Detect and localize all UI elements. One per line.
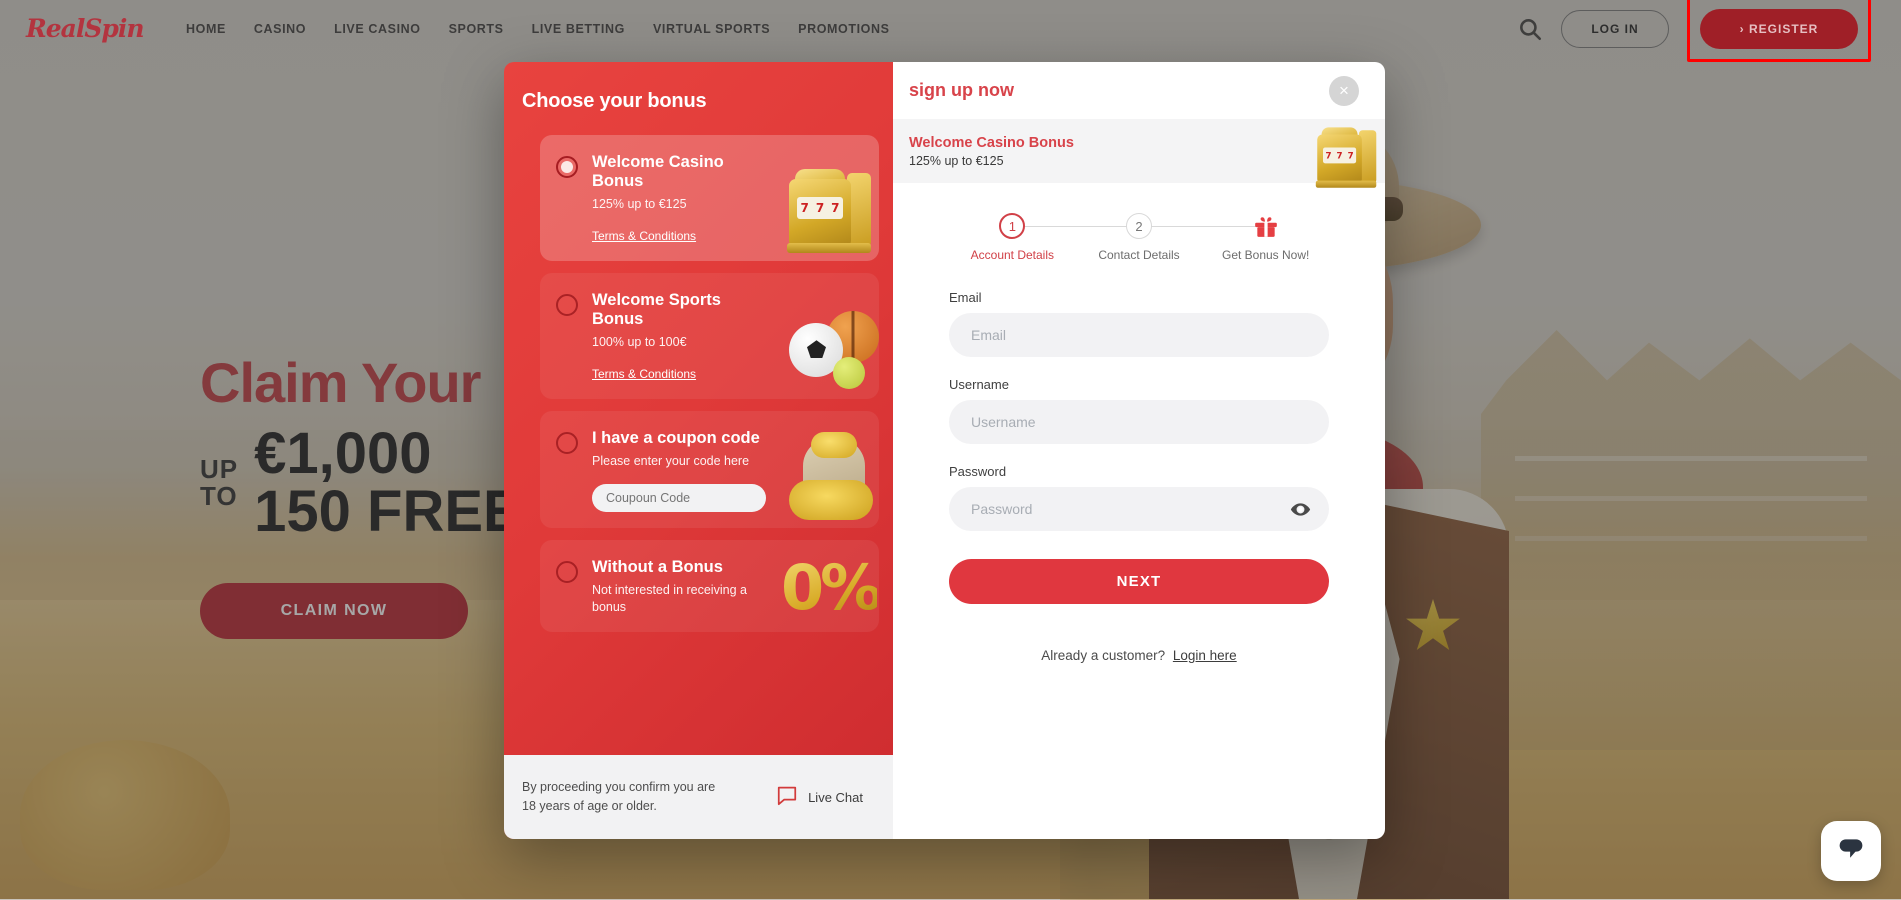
step-label-2: Contact Details xyxy=(1098,248,1179,262)
email-input[interactable] xyxy=(949,313,1329,357)
live-chat-label: Live Chat xyxy=(808,790,863,805)
bonus-option-name: I have a coupon code xyxy=(592,429,772,448)
bonus-option-without-bonus[interactable]: Without a Bonus Not interested in receiv… xyxy=(540,540,879,632)
selected-bonus-summary: Welcome Casino Bonus 125% up to €125 777 xyxy=(893,119,1385,183)
bonus-radio-coupon-code[interactable] xyxy=(556,432,578,454)
step-get-bonus[interactable]: Get Bonus Now! xyxy=(1202,213,1329,262)
account-details-form: Email Username Password NEXT xyxy=(893,262,1385,663)
step-connector-line xyxy=(1139,226,1266,227)
summary-bonus-name: Welcome Casino Bonus xyxy=(909,135,1074,151)
bonus-panel-footer: By proceeding you confirm you are 18 yea… xyxy=(504,755,893,839)
terms-and-conditions-link[interactable]: Terms & Conditions xyxy=(592,229,696,243)
sports-balls-icon xyxy=(785,301,877,393)
nav-item-virtual-sports[interactable]: VIRTUAL SPORTS xyxy=(653,22,770,36)
step-label-1: Account Details xyxy=(971,248,1054,262)
age-confirmation-note: By proceeding you confirm you are 18 yea… xyxy=(522,778,732,816)
username-input[interactable] xyxy=(949,400,1329,444)
step-contact-details[interactable]: 2 Contact Details xyxy=(1076,213,1203,262)
bonus-option-name: Welcome Sports Bonus xyxy=(592,291,772,329)
bonus-panel-title: Choose your bonus xyxy=(504,62,893,113)
bonus-option-name: Welcome Casino Bonus xyxy=(592,153,772,191)
bonus-radio-without-bonus[interactable] xyxy=(556,561,578,583)
password-field-wrap xyxy=(949,487,1329,531)
step-connector-line xyxy=(1012,226,1139,227)
bonus-radio-welcome-casino[interactable] xyxy=(556,156,578,178)
next-button[interactable]: NEXT xyxy=(949,559,1329,604)
log-in-button[interactable]: LOG IN xyxy=(1561,10,1669,48)
bonus-options-list: Welcome Casino Bonus 125% up to €125 Ter… xyxy=(504,113,893,646)
register-button[interactable]: › REGISTER xyxy=(1700,9,1858,49)
step-label-3: Get Bonus Now! xyxy=(1222,248,1309,262)
bonus-option-welcome-sports[interactable]: Welcome Sports Bonus 100% up to 100€ Ter… xyxy=(540,273,879,399)
username-field-wrap xyxy=(949,400,1329,444)
bonus-selection-panel: Choose your bonus Welcome Casino Bonus 1… xyxy=(504,62,893,839)
password-input[interactable] xyxy=(949,487,1329,531)
terms-and-conditions-link[interactable]: Terms & Conditions xyxy=(592,367,696,381)
top-navigation-bar: RealSpin HOME CASINO LIVE CASINO SPORTS … xyxy=(0,0,1901,58)
step-marker-1: 1 xyxy=(999,213,1025,239)
signup-modal: Choose your bonus Welcome Casino Bonus 1… xyxy=(504,62,1385,839)
login-here-link[interactable]: Login here xyxy=(1173,648,1237,663)
coupon-code-input[interactable] xyxy=(592,484,766,512)
bonus-option-subtitle: 100% up to 100€ xyxy=(592,334,762,351)
step-marker-2: 2 xyxy=(1126,213,1152,239)
slot-machine-icon: 777 xyxy=(1314,123,1359,165)
gift-icon xyxy=(1253,213,1279,239)
bonus-option-subtitle: Please enter your code here xyxy=(592,453,762,470)
username-label: Username xyxy=(949,377,1329,392)
password-label: Password xyxy=(949,464,1329,479)
support-chat-widget-button[interactable] xyxy=(1821,821,1881,881)
step-account-details[interactable]: 1 Account Details xyxy=(949,213,1076,262)
signup-step-indicator: 1 Account Details 2 Contact Details xyxy=(893,183,1385,262)
site-logo[interactable]: RealSpin xyxy=(26,9,144,49)
nav-item-live-casino[interactable]: LIVE CASINO xyxy=(334,22,420,36)
already-customer-text: Already a customer? xyxy=(1041,648,1165,663)
bonus-option-subtitle: 125% up to €125 xyxy=(592,196,762,213)
nav-item-promotions[interactable]: PROMOTIONS xyxy=(798,22,889,36)
live-chat-button[interactable]: Live Chat xyxy=(776,784,863,811)
nav-item-casino[interactable]: CASINO xyxy=(254,22,306,36)
coin-sack-icon xyxy=(785,430,877,522)
nav-item-live-betting[interactable]: LIVE BETTING xyxy=(532,22,625,36)
email-field-wrap xyxy=(949,313,1329,357)
chat-bubble-icon xyxy=(1835,835,1867,868)
summary-text-group: Welcome Casino Bonus 125% up to €125 xyxy=(909,135,1074,168)
signup-title: sign up now xyxy=(909,80,1014,101)
chat-bubble-icon xyxy=(776,784,798,811)
top-bar-actions: LOG IN › REGISTER xyxy=(1517,0,1871,62)
main-nav: HOME CASINO LIVE CASINO SPORTS LIVE BETT… xyxy=(186,22,890,36)
close-icon[interactable]: × xyxy=(1329,76,1359,106)
signup-header: sign up now × xyxy=(893,62,1385,119)
email-label: Email xyxy=(949,290,1329,305)
bonus-option-subtitle: Not interested in receiving a bonus xyxy=(592,582,762,616)
slot-machine-icon: 777 xyxy=(785,163,877,255)
eye-icon[interactable] xyxy=(1290,499,1311,520)
bonus-option-welcome-casino[interactable]: Welcome Casino Bonus 125% up to €125 Ter… xyxy=(540,135,879,261)
register-highlight-box: › REGISTER xyxy=(1687,0,1871,62)
bonus-option-coupon-code[interactable]: I have a coupon code Please enter your c… xyxy=(540,411,879,528)
signup-form-panel: sign up now × Welcome Casino Bonus 125% … xyxy=(893,62,1385,839)
bonus-radio-welcome-sports[interactable] xyxy=(556,294,578,316)
zero-percent-icon: 0% xyxy=(781,546,877,630)
nav-item-home[interactable]: HOME xyxy=(186,22,226,36)
nav-item-sports[interactable]: SPORTS xyxy=(449,22,504,36)
search-icon[interactable] xyxy=(1517,16,1543,42)
bonus-option-name: Without a Bonus xyxy=(592,558,772,577)
summary-bonus-subtitle: 125% up to €125 xyxy=(909,154,1074,168)
already-customer-row: Already a customer? Login here xyxy=(949,648,1329,663)
